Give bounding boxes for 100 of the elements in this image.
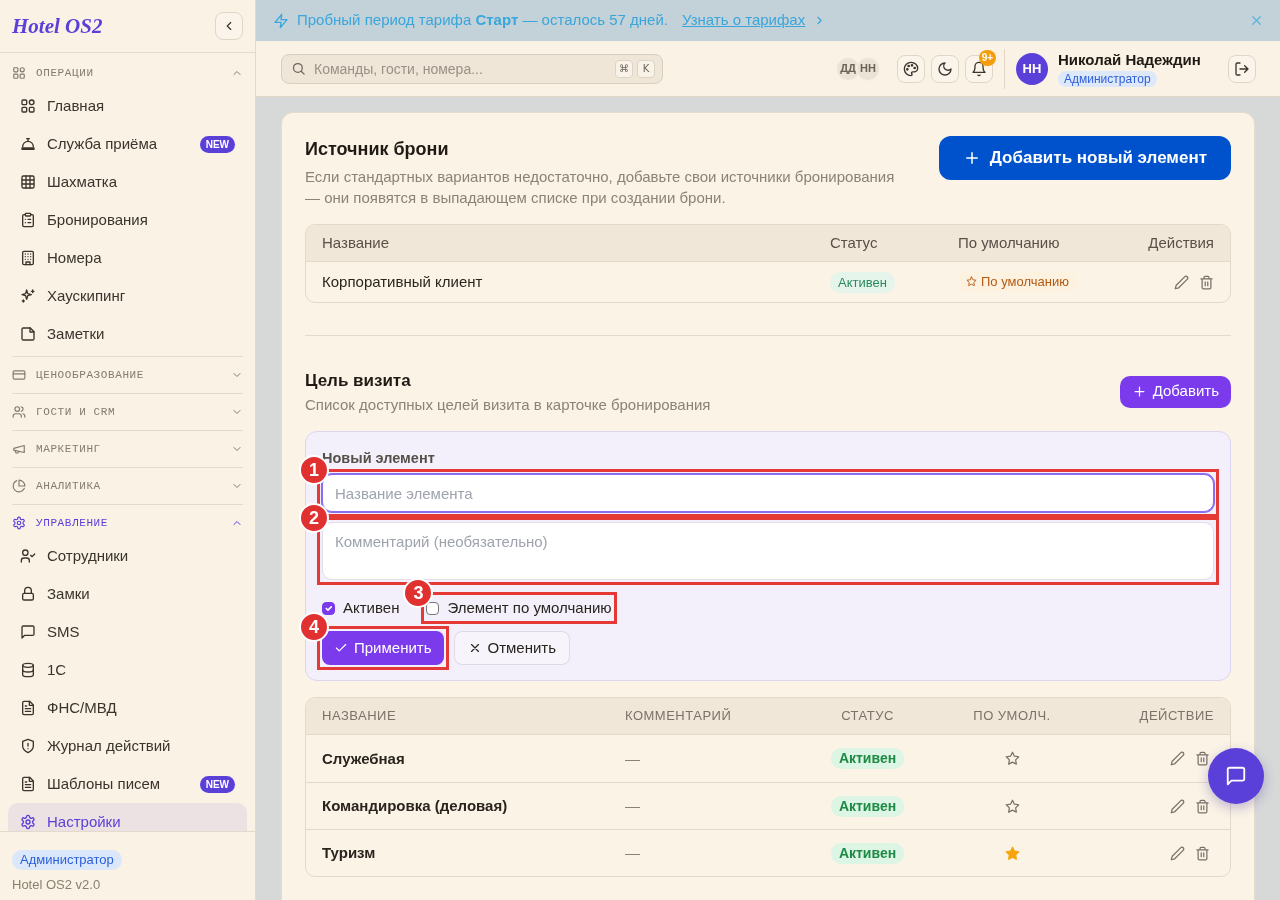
nav-item[interactable]: Шаблоны писем NEW	[8, 765, 247, 803]
cancel-button[interactable]: Отменить	[453, 631, 571, 665]
section-description: Список доступных целей визита в карточке бронирования	[305, 395, 711, 415]
default-label: По умолчанию	[981, 273, 1069, 290]
role-badge: Администратор	[1058, 70, 1157, 87]
checkbox[interactable]	[322, 601, 335, 615]
checkbox-label[interactable]: Элемент по умолчанию	[447, 596, 612, 620]
check-icon	[334, 641, 348, 655]
checkbox[interactable]	[426, 601, 440, 615]
grid-icon	[20, 98, 36, 114]
lightning-icon	[273, 12, 289, 29]
banner-text: Пробный период тарифа Старт — осталось 57 дней.	[297, 10, 668, 31]
grid-icon	[12, 66, 26, 80]
trash-icon	[1195, 751, 1210, 766]
status-badge: Активен	[830, 748, 905, 769]
star-icon[interactable]	[1004, 798, 1020, 814]
add-button[interactable]: Добавить	[1119, 375, 1231, 408]
shield-icon	[20, 738, 36, 754]
version-text: Hotel OS2 v2.0	[12, 876, 102, 894]
service-bell-icon	[20, 136, 36, 152]
trash-icon	[1199, 274, 1214, 290]
pencil-icon	[1170, 798, 1185, 814]
delete-button[interactable]	[1195, 751, 1210, 766]
nav-item[interactable]: Шахматка	[8, 163, 247, 201]
column-header: Действия	[1147, 232, 1215, 253]
status-badge: Активен	[830, 272, 895, 293]
settings-icon	[20, 814, 36, 830]
delete-button[interactable]	[1195, 845, 1210, 861]
presence-avatar: НН	[856, 56, 880, 81]
status-badge: Активен	[830, 842, 905, 864]
chat-icon	[1225, 765, 1247, 787]
apply-button[interactable]: Применить	[322, 631, 444, 665]
nav-item[interactable]: Бронирования	[8, 201, 247, 239]
settings-icon	[12, 516, 26, 530]
moon-icon	[937, 60, 953, 77]
star-icon	[966, 276, 977, 287]
table-icon	[20, 174, 36, 190]
nav-item[interactable]: SMS	[8, 613, 247, 651]
filled-star-icon[interactable]	[1004, 845, 1020, 861]
nav-item[interactable]: 1С	[8, 651, 247, 689]
theme-button[interactable]	[897, 54, 925, 83]
comment-input[interactable]: Комментарий (необязательно)	[322, 522, 1214, 580]
table-cell: Корпоративный клиент	[322, 273, 483, 290]
notification-count: 9+	[979, 49, 996, 66]
sparkle-icon	[20, 288, 36, 304]
column-header: ПО УМОЛЧ.	[972, 707, 1052, 726]
clipboard-icon	[20, 212, 36, 228]
section-toggle[interactable]: МАРКЕТИНГ	[0, 431, 255, 467]
nav-item[interactable]: Служба приёма NEW	[8, 125, 247, 163]
column-header: СТАТУС	[840, 707, 895, 726]
section-description: Если стандартных вариантов недостаточно, добавьте свои источники бронирования — они появятся в выпадающем списке при создании брони.	[305, 167, 896, 208]
table-cell: Туризм	[322, 844, 376, 861]
dark-mode-button[interactable]	[931, 54, 959, 83]
column-header: КОММЕНТАРИЙ	[624, 707, 733, 726]
status-badge: Активен	[830, 795, 905, 817]
nav-item[interactable]: Журнал действий	[8, 727, 247, 765]
section-title: Цель визита	[305, 370, 412, 392]
nav-item[interactable]: Хаускипинг	[8, 277, 247, 315]
section-toggle[interactable]: ГОСТИ И CRM	[0, 394, 255, 430]
section-toggle[interactable]: АНАЛИТИКА	[0, 468, 255, 504]
table-cell: Служебная	[322, 749, 405, 767]
document-icon	[20, 700, 36, 716]
chat-icon	[20, 624, 36, 640]
plus-icon	[1131, 384, 1147, 399]
bell-icon	[971, 60, 987, 77]
name-input[interactable]: Название элемента	[322, 474, 1214, 512]
edit-button[interactable]	[1174, 274, 1189, 290]
column-header: Название	[321, 232, 391, 253]
building-icon	[20, 250, 36, 266]
logout-button[interactable]	[1228, 54, 1256, 83]
nav-item[interactable]: ФНС/МВД	[8, 689, 247, 727]
nav-item[interactable]: Номера	[8, 239, 247, 277]
card-icon	[12, 368, 26, 382]
add-button[interactable]: Добавить новый элемент	[938, 136, 1231, 180]
user-avatar: НН	[1016, 52, 1048, 85]
app-logo: Hotel OS2	[12, 15, 103, 37]
search-icon	[291, 60, 306, 76]
users-icon	[12, 405, 26, 419]
edit-button[interactable]	[1170, 798, 1185, 814]
nav-item[interactable]: Замки	[8, 575, 247, 613]
edit-button[interactable]	[1170, 751, 1185, 766]
checkbox-label[interactable]: Активен	[343, 596, 400, 620]
delete-button[interactable]	[1195, 798, 1210, 814]
pie-chart-icon	[12, 479, 26, 493]
palette-icon	[903, 60, 919, 77]
column-header: НАЗВАНИЕ	[321, 707, 398, 726]
edit-button[interactable]	[1170, 845, 1185, 861]
new-badge: NEW	[199, 135, 235, 153]
table-cell: —	[625, 749, 640, 767]
delete-button[interactable]	[1199, 274, 1214, 290]
table-cell: —	[625, 844, 640, 861]
trash-icon	[1195, 798, 1210, 814]
nav-item[interactable]: Настройки	[8, 803, 247, 831]
user-name: Николай Надеждин	[1058, 50, 1201, 69]
pencil-icon	[1174, 274, 1189, 290]
pencil-icon	[1170, 751, 1185, 766]
star-icon[interactable]	[1004, 751, 1020, 766]
nav-item[interactable]: Заметки	[8, 315, 247, 353]
role-badge: Администратор	[12, 850, 122, 870]
section-toggle[interactable]: ЦЕНООБРАЗОВАНИЕ	[0, 357, 255, 393]
